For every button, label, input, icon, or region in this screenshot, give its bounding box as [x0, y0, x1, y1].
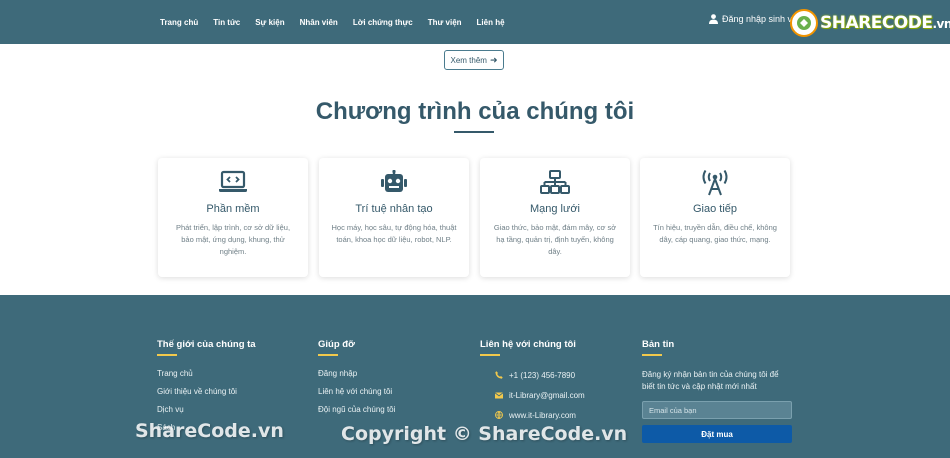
- logo-text: SHARECODE.vn: [820, 13, 950, 33]
- programs-title: Chương trình của chúng tôi: [315, 98, 635, 125]
- robot-icon: [319, 170, 469, 196]
- footer-link-about[interactable]: Giới thiệu về chúng tôi: [157, 387, 256, 405]
- envelope-icon: [495, 391, 503, 398]
- footer-heading: Bản tin: [642, 339, 675, 350]
- footer-link-home[interactable]: Trang chủ: [157, 369, 256, 387]
- footer-heading: Liên hệ với chúng tôi: [480, 339, 576, 350]
- title-underline: [454, 131, 494, 133]
- contact-email[interactable]: it-Library@gmail.com: [480, 385, 585, 405]
- see-more-label: Xem thêm: [450, 55, 487, 65]
- nav-link-staff[interactable]: Nhân viên: [300, 18, 338, 27]
- card-title: Giao tiếp: [692, 203, 738, 215]
- subscribe-button[interactable]: Đặt mua: [642, 425, 792, 443]
- nav-links: Trang chủ Tin tức Sự kiện Nhân viên Lời …: [160, 0, 520, 44]
- website-text: www.it-Library.com: [509, 410, 576, 420]
- newsletter-email-input[interactable]: [642, 401, 792, 419]
- program-card-network[interactable]: Mạng lưới Giao thức, bảo mật, đám mây, c…: [480, 158, 630, 277]
- footer: Thế giới của chúng ta Trang chủ Giới thi…: [0, 295, 950, 458]
- card-description: Học máy, học sâu, tự động hóa, thuật toá…: [331, 223, 457, 244]
- globe-icon: [495, 411, 503, 419]
- phone-text: +1 (123) 456-7890: [509, 370, 576, 380]
- nav-link-library[interactable]: Thư viện: [428, 18, 462, 27]
- nav-link-testimonials[interactable]: Lời chứng thực: [353, 18, 413, 27]
- watermark-center: Copyright © ShareCode.vn: [341, 423, 628, 445]
- program-card-ai[interactable]: Trí tuệ nhân tạo Học máy, học sâu, tự độ…: [319, 158, 469, 277]
- card-title: Trí tuệ nhân tạo: [355, 203, 433, 215]
- heading-underline: [642, 354, 662, 356]
- footer-links: Đăng nhập Liên hệ với chúng tôi Đội ngũ …: [318, 369, 395, 423]
- heading-underline: [157, 354, 177, 356]
- nav-link-contact[interactable]: Liên hệ: [477, 18, 505, 27]
- program-card-communication[interactable]: Giao tiếp Tín hiệu, truyền dẫn, điều chế…: [640, 158, 790, 277]
- phone-icon: [495, 371, 503, 379]
- card-title: Phần mềm: [206, 203, 260, 215]
- contact-phone[interactable]: +1 (123) 456-7890: [480, 365, 585, 385]
- sharecode-logo: SHARECODE.vn: [790, 8, 950, 38]
- newsletter-description: Đăng ký nhận bản tin của chúng tôi để bi…: [642, 370, 779, 391]
- top-navbar: Trang chủ Tin tức Sự kiện Nhân viên Lời …: [0, 0, 950, 44]
- laptop-code-icon: [158, 170, 308, 194]
- login-label: Đăng nhập sinh vi: [722, 14, 795, 24]
- network-icon: [480, 170, 630, 196]
- card-description: Phát triển, lập trình, cơ sở dữ liệu, bả…: [175, 223, 291, 256]
- contact-website[interactable]: www.it-Library.com: [480, 405, 585, 425]
- program-card-software[interactable]: Phần mềm Phát triển, lập trình, cơ sở dữ…: [158, 158, 308, 277]
- card-description: Tín hiệu, truyền dẫn, điều chế, không dâ…: [653, 223, 777, 244]
- contact-list: +1 (123) 456-7890 it-Library@gmail.com w…: [480, 365, 585, 425]
- nav-link-news[interactable]: Tin tức: [213, 18, 240, 27]
- footer-col-help: Giúp đỡ Đăng nhập Liên hệ với chúng tôi …: [318, 339, 395, 423]
- footer-heading: Thế giới của chúng ta: [157, 339, 256, 350]
- heading-underline: [318, 354, 338, 356]
- watermark-left: ShareCode.vn: [135, 420, 284, 442]
- nav-link-events[interactable]: Sự kiện: [255, 18, 284, 27]
- footer-heading: Giúp đỡ: [318, 339, 355, 350]
- arrow-right-icon: ➜: [489, 54, 498, 65]
- card-title: Mạng lưới: [529, 203, 581, 215]
- email-text: it-Library@gmail.com: [509, 390, 585, 400]
- footer-link-login[interactable]: Đăng nhập: [318, 369, 395, 387]
- nav-link-home[interactable]: Trang chủ: [160, 18, 198, 27]
- footer-col-contact: Liên hệ với chúng tôi +1 (123) 456-7890 …: [480, 339, 585, 425]
- broadcast-tower-icon: [640, 170, 790, 196]
- footer-link-team[interactable]: Đội ngũ của chúng tôi: [318, 405, 395, 423]
- logo-emblem-icon: [790, 9, 818, 37]
- heading-underline: [480, 354, 500, 356]
- see-more-button[interactable]: Xem thêm ➜: [444, 50, 504, 70]
- footer-col-newsletter: Bản tin Đăng ký nhận bản tin của chúng t…: [642, 339, 792, 443]
- card-description: Giao thức, bảo mật, đám mây, cơ sở hạ tầ…: [493, 223, 617, 256]
- login-link[interactable]: Đăng nhập sinh vi: [709, 14, 794, 24]
- user-icon: [709, 14, 718, 24]
- footer-link-contact[interactable]: Liên hệ với chúng tôi: [318, 387, 395, 405]
